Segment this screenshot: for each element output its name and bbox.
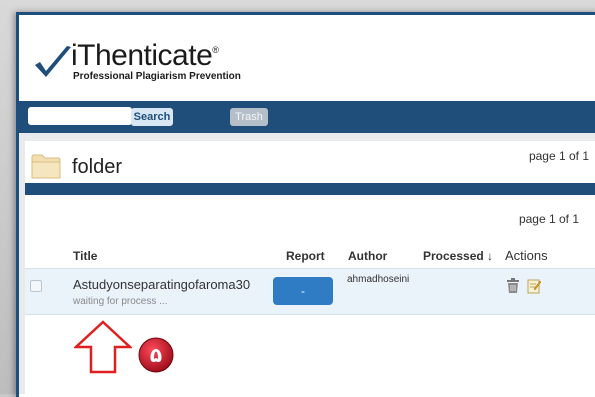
column-header-report[interactable]: Report bbox=[286, 249, 325, 263]
step-badge-number: ۵ bbox=[150, 343, 162, 367]
logo[interactable]: iThenticate® bbox=[71, 39, 219, 73]
author-name: ahmadhoseini bbox=[347, 274, 410, 285]
trash-button[interactable]: Trash bbox=[230, 108, 268, 126]
registered-mark: ® bbox=[212, 45, 219, 55]
column-header-author[interactable]: Author bbox=[348, 249, 387, 263]
report-button[interactable]: - bbox=[273, 277, 333, 305]
trash-icon[interactable] bbox=[506, 278, 520, 294]
folder-title: folder bbox=[72, 156, 123, 178]
page-indicator: page 1 of 1 bbox=[518, 212, 579, 226]
folder-icon bbox=[31, 154, 61, 179]
page-indicator-top: page 1 of 1 bbox=[528, 149, 589, 163]
column-header-title[interactable]: Title bbox=[73, 249, 97, 263]
up-arrow-icon bbox=[74, 320, 132, 374]
logo-tagline: Professional Plagiarism Prevention bbox=[73, 71, 241, 82]
document-title[interactable]: Astudyonseparatingofaroma30 bbox=[73, 277, 250, 292]
edit-icon[interactable] bbox=[527, 278, 541, 294]
panel-header-bar bbox=[25, 183, 595, 195]
step-badge: ۵ bbox=[138, 337, 174, 373]
column-header-actions: Actions bbox=[505, 248, 548, 263]
search-input[interactable] bbox=[28, 107, 132, 125]
logo-text: iThenticate bbox=[71, 39, 213, 72]
navbar: Search Trash bbox=[19, 101, 595, 133]
search-button[interactable]: Search bbox=[131, 108, 173, 126]
header: iThenticate® Professional Plagiarism Pre… bbox=[19, 15, 595, 101]
checkmark-logo-icon bbox=[35, 46, 71, 77]
row-checkbox[interactable] bbox=[30, 280, 42, 292]
document-status: waiting for process ... bbox=[73, 296, 168, 307]
column-header-processed[interactable]: Processed ↓ bbox=[423, 249, 493, 263]
